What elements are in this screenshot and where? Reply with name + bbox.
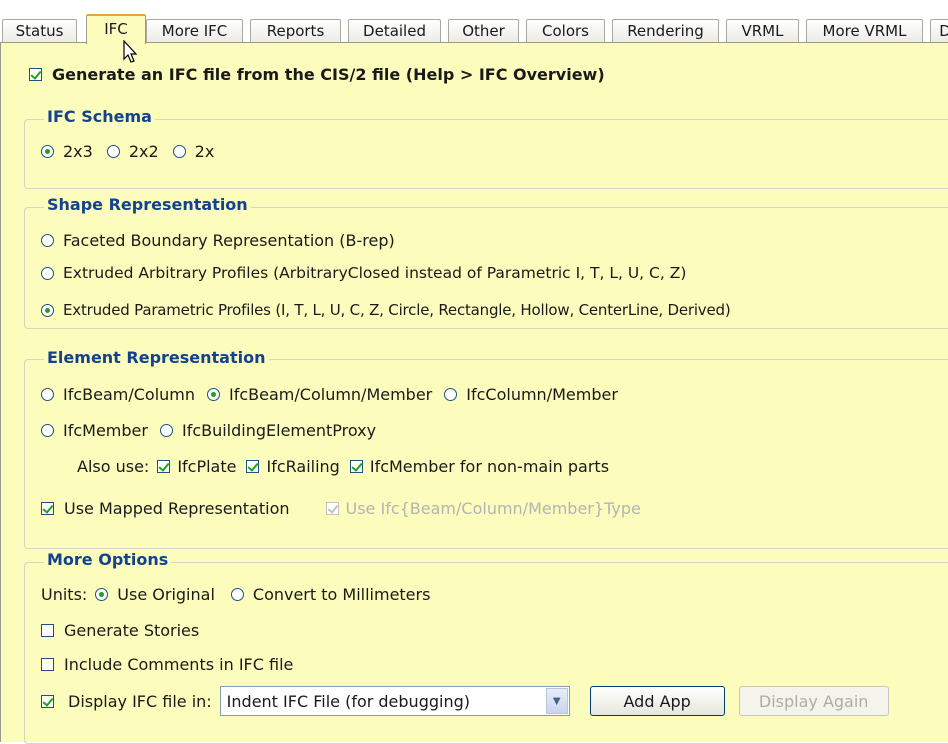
ifc-schema-title: IFC Schema (44, 107, 155, 126)
shape-representation-title: Shape Representation (44, 195, 251, 214)
tab-strip: Status IFC More IFC Reports Detailed Oth… (0, 0, 948, 44)
generate-ifc-option[interactable]: Generate an IFC file from the CIS/2 file… (29, 65, 605, 84)
shape-option-arbitrary[interactable]: Extruded Arbitrary Profiles (ArbitraryCl… (41, 264, 686, 282)
shape-arbitrary-radio[interactable] (41, 266, 54, 280)
element-column-member-radio[interactable] (444, 388, 458, 401)
element-beam-column-radio[interactable] (41, 388, 54, 401)
units-original-radio[interactable] (95, 588, 109, 601)
also-use-plate-label: IfcPlate (177, 457, 237, 476)
more-options-title: More Options (44, 550, 172, 569)
include-comments-checkbox[interactable] (41, 658, 54, 671)
units-original-label: Use Original (117, 585, 215, 604)
generate-stories-checkbox[interactable] (41, 624, 54, 637)
also-use-railing-label: IfcRailing (266, 457, 340, 476)
chevron-down-icon[interactable]: ▼ (545, 688, 568, 714)
also-use-plate-checkbox[interactable] (157, 460, 171, 473)
also-use-row: Also use: IfcPlate IfcRailing IfcMember … (77, 457, 609, 476)
tab-status[interactable]: Status (2, 19, 77, 42)
display-ifc-dropdown-value: Indent IFC File (for debugging) (226, 691, 470, 711)
display-ifc-label: Display IFC file in: (68, 691, 212, 711)
element-options-row-2: IfcMember IfcBuildingElementProxy (41, 421, 376, 440)
shape-option-brep[interactable]: Faceted Boundary Representation (B-rep) (41, 231, 395, 250)
mapped-representation-row: Use Mapped Representation Use Ifc{Beam/C… (41, 499, 641, 518)
include-comments-row[interactable]: Include Comments in IFC file (41, 655, 293, 674)
schema-2x2-label: 2x2 (128, 142, 159, 161)
tab-detailed[interactable]: Detailed (348, 19, 441, 42)
ifc-options-panel: Generate an IFC file from the CIS/2 file… (0, 43, 948, 744)
schema-2x3-radio[interactable] (41, 145, 54, 158)
shape-parametric-radio[interactable] (41, 303, 54, 317)
generate-stories-label: Generate Stories (64, 621, 200, 640)
mouse-cursor-icon (123, 40, 138, 63)
element-options-row-1: IfcBeam/Column IfcBeam/Column/Member Ifc… (41, 385, 618, 404)
schema-2x-label: 2x (194, 142, 215, 161)
use-type-checkbox (325, 502, 339, 515)
add-app-button[interactable]: Add App (589, 686, 725, 716)
shape-parametric-label: Extruded Parametric Profiles (I, T, L, U… (63, 301, 731, 319)
also-use-member-checkbox[interactable] (349, 460, 363, 473)
also-use-railing-checkbox[interactable] (246, 460, 260, 473)
shape-option-parametric[interactable]: Extruded Parametric Profiles (I, T, L, U… (41, 301, 731, 319)
schema-2x2-radio[interactable] (106, 145, 120, 158)
element-member-radio[interactable] (41, 424, 54, 437)
units-mm-radio[interactable] (230, 588, 244, 601)
tab-overflow[interactable]: D (930, 19, 948, 42)
tab-other[interactable]: Other (448, 19, 519, 42)
units-row: Units: Use Original Convert to Millimete… (41, 585, 430, 604)
schema-2x3-label: 2x3 (63, 142, 93, 161)
element-beam-column-member-radio[interactable] (207, 388, 221, 401)
tab-reports[interactable]: Reports (250, 19, 341, 42)
element-column-member-label: IfcColumn/Member (466, 385, 618, 404)
tab-vrml[interactable]: VRML (726, 19, 799, 42)
shape-arbitrary-label: Extruded Arbitrary Profiles (ArbitraryCl… (63, 264, 687, 282)
display-ifc-row: Display IFC file in: Indent IFC File (fo… (41, 685, 889, 717)
mapped-representation-checkbox[interactable] (41, 502, 54, 515)
tab-colors[interactable]: Colors (526, 19, 605, 42)
units-label: Units: (41, 585, 88, 604)
units-mm-label: Convert to Millimeters (252, 585, 431, 604)
tab-rendering[interactable]: Rendering (612, 19, 719, 42)
tab-more-ifc[interactable]: More IFC (146, 19, 243, 42)
element-representation-title: Element Representation (44, 348, 269, 367)
schema-options: 2x3 2x2 2x (41, 142, 214, 161)
element-proxy-label: IfcBuildingElementProxy (181, 421, 377, 440)
also-use-member-label: IfcMember for non-main parts (369, 457, 610, 476)
generate-ifc-label: Generate an IFC file from the CIS/2 file… (52, 65, 605, 84)
display-ifc-dropdown[interactable]: Indent IFC File (for debugging) ▼ (219, 686, 570, 716)
use-type-label: Use Ifc{Beam/Column/Member}Type (345, 499, 641, 518)
display-ifc-checkbox[interactable] (41, 694, 54, 708)
generate-stories-row[interactable]: Generate Stories (41, 621, 199, 640)
tab-more-vrml[interactable]: More VRML (806, 19, 923, 42)
element-proxy-radio[interactable] (159, 424, 173, 437)
schema-2x-radio[interactable] (172, 145, 186, 158)
element-beam-column-label: IfcBeam/Column (63, 385, 196, 404)
include-comments-label: Include Comments in IFC file (64, 655, 294, 674)
mapped-representation-label: Use Mapped Representation (64, 499, 290, 518)
also-use-label: Also use: (77, 457, 150, 476)
element-member-label: IfcMember (63, 421, 148, 440)
element-beam-column-member-label: IfcBeam/Column/Member (229, 385, 433, 404)
display-again-button: Display Again (738, 686, 889, 716)
shape-brep-label: Faceted Boundary Representation (B-rep) (63, 231, 395, 250)
generate-ifc-checkbox[interactable] (29, 68, 42, 81)
shape-brep-radio[interactable] (41, 234, 54, 247)
